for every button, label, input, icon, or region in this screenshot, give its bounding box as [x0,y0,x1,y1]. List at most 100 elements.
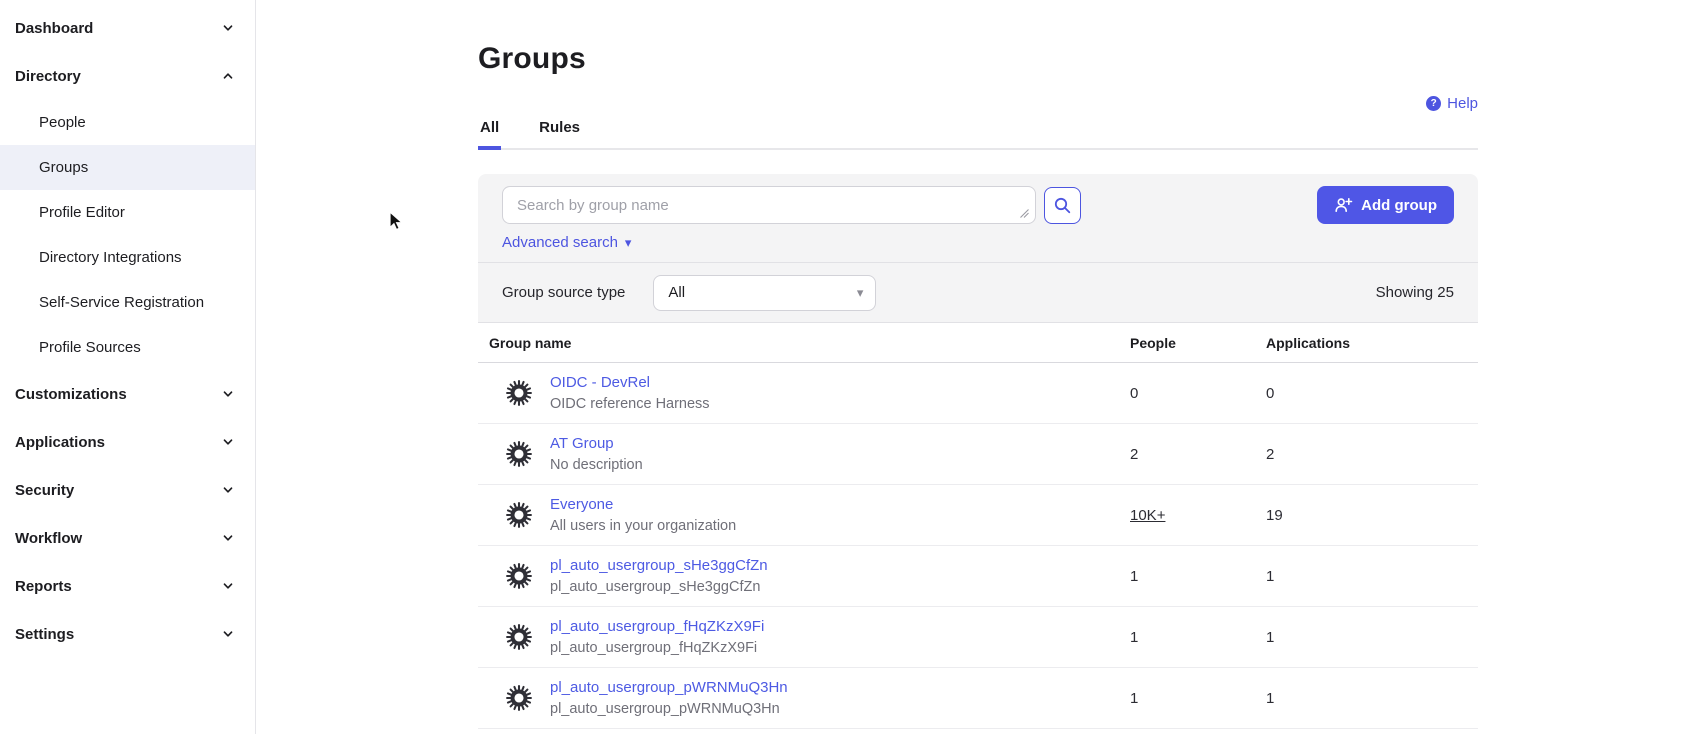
sidebar-item-applications[interactable]: Applications [0,418,255,466]
applications-count: 1 [1266,690,1478,707]
people-count: 0 [1130,385,1266,402]
people-count: 2 [1130,446,1266,463]
group-icon [506,563,532,589]
people-count: 1 [1130,568,1266,585]
group-name-link[interactable]: pl_auto_usergroup_fHqZKzX9Fi [550,618,764,635]
chevron-down-icon [221,627,235,641]
group-icon [506,685,532,711]
column-header-applications: Applications [1266,335,1478,351]
app-window: Dashboard Directory People Groups Profil… [0,0,1687,734]
column-header-group-name: Group name [478,335,1130,351]
sidebar-item-security[interactable]: Security [0,466,255,514]
search-icon [1053,196,1072,215]
sidebar-item-people[interactable]: People [0,100,255,145]
tab-bar: All Rules [478,110,1478,150]
group-name-link[interactable]: pl_auto_usergroup_pWRNMuQ3Hn [550,679,788,696]
sidebar-item-settings[interactable]: Settings [0,610,255,658]
sidebar-item-label: Groups [39,159,88,176]
chevron-down-icon [221,483,235,497]
group-description: OIDC reference Harness [550,396,710,412]
group-icon [506,502,532,528]
table-row: pl_auto_usergroup_fHqZKzX9Fi pl_auto_use… [478,607,1478,668]
tab-all[interactable]: All [478,110,501,148]
tab-rules[interactable]: Rules [537,110,582,148]
advanced-search-label: Advanced search [502,234,618,251]
group-name-link[interactable]: pl_auto_usergroup_sHe3ggCfZn [550,557,768,574]
applications-count: 0 [1266,385,1478,402]
sidebar-item-groups[interactable]: Groups [0,145,255,190]
add-group-icon [1334,196,1353,214]
help-link[interactable]: ? Help [1426,95,1478,112]
sidebar-item-label: Customizations [15,386,127,403]
people-count: 1 [1130,690,1266,707]
sidebar-item-label: Reports [15,578,72,595]
chevron-down-icon [221,579,235,593]
help-icon: ? [1426,96,1441,111]
help-label: Help [1447,95,1478,112]
sidebar-item-label: Directory [15,68,81,85]
chevron-down-icon [221,387,235,401]
group-name-link[interactable]: OIDC - DevRel [550,374,710,391]
sidebar-item-label: Settings [15,626,74,643]
caret-down-icon: ▾ [625,236,632,249]
group-description: pl_auto_usergroup_fHqZKzX9Fi [550,640,764,656]
applications-count: 1 [1266,629,1478,646]
advanced-search-link[interactable]: Advanced search ▾ [502,234,631,251]
table-row: pl_auto_usergroup_sHe3ggCfZn pl_auto_use… [478,546,1478,607]
group-source-type-select[interactable]: All ▾ [653,275,876,311]
sidebar-item-directory-integrations[interactable]: Directory Integrations [0,235,255,280]
sidebar-item-label: Profile Sources [39,339,141,356]
sidebar-item-label: Workflow [15,530,82,547]
group-description: No description [550,457,643,473]
sidebar-item-label: Directory Integrations [39,249,182,266]
sidebar-item-label: Dashboard [15,20,93,37]
group-name-link[interactable]: Everyone [550,496,736,513]
group-name-link[interactable]: AT Group [550,435,643,452]
people-count: 1 [1130,629,1266,646]
applications-count: 1 [1266,568,1478,585]
page-title: Groups [478,42,1478,76]
sidebar-item-label: Profile Editor [39,204,125,221]
sidebar-item-dashboard[interactable]: Dashboard [0,4,255,52]
group-description: pl_auto_usergroup_pWRNMuQ3Hn [550,701,788,717]
sidebar-item-profile-editor[interactable]: Profile Editor [0,190,255,235]
chevron-down-icon [221,435,235,449]
table-row: OIDC - DevRel OIDC reference Harness 0 0 [478,363,1478,424]
group-icon [506,624,532,650]
group-icon [506,441,532,467]
add-group-button[interactable]: Add group [1317,186,1454,224]
group-description: All users in your organization [550,518,736,534]
people-count-link[interactable]: 10K+ [1130,507,1266,524]
sidebar-item-label: People [39,114,86,131]
group-search-input[interactable] [502,186,1036,224]
sidebar-item-label: Applications [15,434,105,451]
main-content: ? Help Groups All Rules [256,0,1687,734]
sidebar-item-directory[interactable]: Directory [0,52,255,100]
table-header: Group name People Applications [478,323,1478,363]
groups-toolbar-panel: Add group Advanced search ▾ Group source… [478,174,1478,323]
group-source-type-label: Group source type [502,284,625,301]
chevron-up-icon [221,69,235,83]
column-header-people: People [1130,335,1266,351]
sidebar: Dashboard Directory People Groups Profil… [0,0,256,734]
group-source-type-value: All [668,284,685,301]
chevron-down-icon [221,21,235,35]
sidebar-item-reports[interactable]: Reports [0,562,255,610]
table-row: AT Group No description 2 2 [478,424,1478,485]
sidebar-item-workflow[interactable]: Workflow [0,514,255,562]
sidebar-item-label: Self-Service Registration [39,294,204,311]
showing-count: Showing 25 [1376,284,1454,301]
sidebar-item-self-service-registration[interactable]: Self-Service Registration [0,280,255,325]
search-button[interactable] [1044,187,1081,224]
table-row: Everyone All users in your organization … [478,485,1478,546]
caret-down-icon: ▾ [857,286,864,299]
applications-count: 19 [1266,507,1478,524]
table-row: pl_auto_usergroup_pWRNMuQ3Hn pl_auto_use… [478,668,1478,729]
group-description: pl_auto_usergroup_sHe3ggCfZn [550,579,768,595]
add-group-label: Add group [1361,197,1437,214]
sidebar-item-customizations[interactable]: Customizations [0,370,255,418]
sidebar-item-profile-sources[interactable]: Profile Sources [0,325,255,370]
applications-count: 2 [1266,446,1478,463]
group-icon [506,380,532,406]
sidebar-item-label: Security [15,482,74,499]
